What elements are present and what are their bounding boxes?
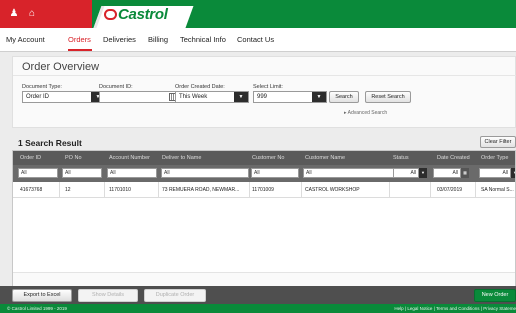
reset-search-button[interactable]: Reset Search	[365, 91, 411, 103]
advanced-search-link[interactable]: ▸ Advanced Search	[344, 110, 387, 116]
column-header-order-type[interactable]: Order Type	[481, 155, 508, 161]
cell-customer-name: CASTROL WORKSHOP	[305, 187, 360, 193]
document-type-select[interactable]: Order ID ▼	[22, 91, 106, 103]
cell-deliver-to-name: 73 REMUERA ROAD, NEWMAR...	[162, 187, 240, 193]
filter-order-id[interactable]: All	[18, 168, 58, 178]
cell-po-no: 12	[65, 187, 71, 193]
search-result-count: 1 Search Result	[18, 138, 82, 148]
order-overview-panel: Order Overview Document Type: Order ID ▼…	[12, 56, 516, 128]
active-tab-indicator	[68, 49, 92, 51]
chevron-down-icon[interactable]: ▼	[234, 92, 248, 102]
document-type-label: Document Type:	[22, 84, 62, 90]
filter-account-number[interactable]: All	[107, 168, 157, 178]
column-header-order-id[interactable]: Order ID	[20, 155, 41, 161]
footer-link-help[interactable]: Help	[394, 306, 403, 311]
footer-links: Help | Legal Notice | Terms and Conditio…	[394, 306, 516, 311]
column-header-customer-name[interactable]: Customer Name	[305, 155, 345, 161]
order-created-date-value: This Week	[179, 94, 208, 100]
document-id-input[interactable]	[99, 91, 179, 103]
export-to-excel-button[interactable]: Export to Excel	[12, 289, 72, 302]
nav-contact-us[interactable]: Contact Us	[237, 35, 274, 44]
order-created-date-select[interactable]: This Week ▼	[175, 91, 249, 103]
table-row[interactable]: 41673768 12 11701010 73 REMUERA ROAD, NE…	[13, 182, 515, 198]
column-header-customer-no[interactable]: Customer No	[252, 155, 284, 161]
cell-date-created: 03/07/2019	[437, 187, 463, 193]
column-header-account-number[interactable]: Account Number	[109, 155, 150, 161]
filter-status[interactable]: All	[393, 168, 419, 178]
nav-billing[interactable]: Billing	[148, 35, 168, 44]
filter-deliver-to-name[interactable]: All	[161, 168, 249, 178]
column-divider	[475, 182, 476, 198]
show-details-button[interactable]: Show Details	[78, 289, 138, 302]
new-order-button[interactable]: New Order	[474, 289, 516, 302]
top-bar: ♟ ⌂ Castrol	[0, 0, 516, 28]
filter-po-no[interactable]: All	[62, 168, 102, 178]
select-limit-select[interactable]: 999 ▼	[253, 91, 327, 103]
column-header-deliver-to-name[interactable]: Deliver to Name	[162, 155, 201, 161]
document-id-label: Document ID:	[99, 84, 133, 90]
select-limit-label: Select Limit:	[253, 84, 283, 90]
nav-orders[interactable]: Orders	[68, 35, 91, 44]
calendar-icon[interactable]: ▦	[461, 168, 469, 178]
advanced-search-label: Advanced Search	[347, 110, 388, 116]
column-header-status[interactable]: Status	[393, 155, 409, 161]
main-nav: My Account Orders Deliveries Billing Tec…	[0, 28, 516, 52]
column-header-po-no[interactable]: PO No	[65, 155, 82, 161]
divider	[13, 75, 516, 76]
filter-customer-no[interactable]: All	[251, 168, 299, 178]
column-divider	[301, 182, 302, 198]
column-divider	[249, 182, 250, 198]
page-title: Order Overview	[22, 61, 100, 73]
clear-filter-button[interactable]: Clear Filter	[480, 136, 516, 148]
filter-row: All All All All All All All ▼ All ▦ All …	[13, 165, 515, 182]
order-created-date-label: Order Created Date:	[175, 84, 225, 90]
column-header-date-created[interactable]: Date Created	[437, 155, 470, 161]
orders-table: Order ID PO No Account Number Deliver to…	[12, 150, 516, 287]
cell-account-number: 11701010	[109, 187, 131, 193]
duplicate-order-button[interactable]: Duplicate Order	[144, 289, 206, 302]
castrol-logo[interactable]: Castrol	[104, 6, 168, 23]
user-icon[interactable]: ♟	[8, 8, 20, 20]
column-divider	[430, 182, 431, 198]
caret-right-icon: ▸	[344, 110, 347, 116]
select-limit-value: 999	[257, 94, 268, 100]
table-footer	[13, 272, 515, 286]
nav-my-account[interactable]: My Account	[6, 35, 45, 44]
copyright-text: © Castrol Limited 1999 - 2019	[7, 306, 67, 311]
nav-technical-info[interactable]: Technical Info	[180, 35, 226, 44]
nav-deliveries[interactable]: Deliveries	[103, 35, 136, 44]
castrol-logo-emblem	[104, 9, 117, 20]
chevron-down-icon[interactable]: ▼	[419, 168, 427, 178]
footer-link-privacy[interactable]: Privacy Stateme	[483, 306, 516, 311]
footer: © Castrol Limited 1999 - 2019 Help | Leg…	[0, 304, 516, 313]
top-bar-red-section: ♟ ⌂	[0, 0, 92, 28]
action-bar: Export to Excel Show Details Duplicate O…	[0, 286, 516, 304]
column-divider	[158, 182, 159, 198]
cell-customer-no: 11701009	[252, 187, 274, 193]
table-header: Order ID PO No Account Number Deliver to…	[13, 151, 515, 165]
column-divider	[104, 182, 105, 198]
column-divider	[59, 182, 60, 198]
footer-link-terms[interactable]: Terms and Conditions	[436, 306, 480, 311]
filter-order-type[interactable]: All	[479, 168, 511, 178]
home-icon[interactable]: ⌂	[26, 8, 38, 20]
chevron-down-icon[interactable]: ▼	[312, 92, 326, 102]
column-divider	[389, 182, 390, 198]
chevron-down-icon[interactable]: ▼	[511, 168, 515, 178]
footer-link-legal-notice[interactable]: Legal Notice	[407, 306, 432, 311]
cell-order-type: SA Normal S...	[481, 187, 514, 193]
castrol-logo-text: Castrol	[118, 6, 168, 23]
cell-order-id: 41673768	[20, 187, 43, 193]
filter-date-created[interactable]: All	[433, 168, 461, 178]
search-button[interactable]: Search	[329, 91, 359, 103]
document-type-value: Order ID	[26, 94, 50, 100]
